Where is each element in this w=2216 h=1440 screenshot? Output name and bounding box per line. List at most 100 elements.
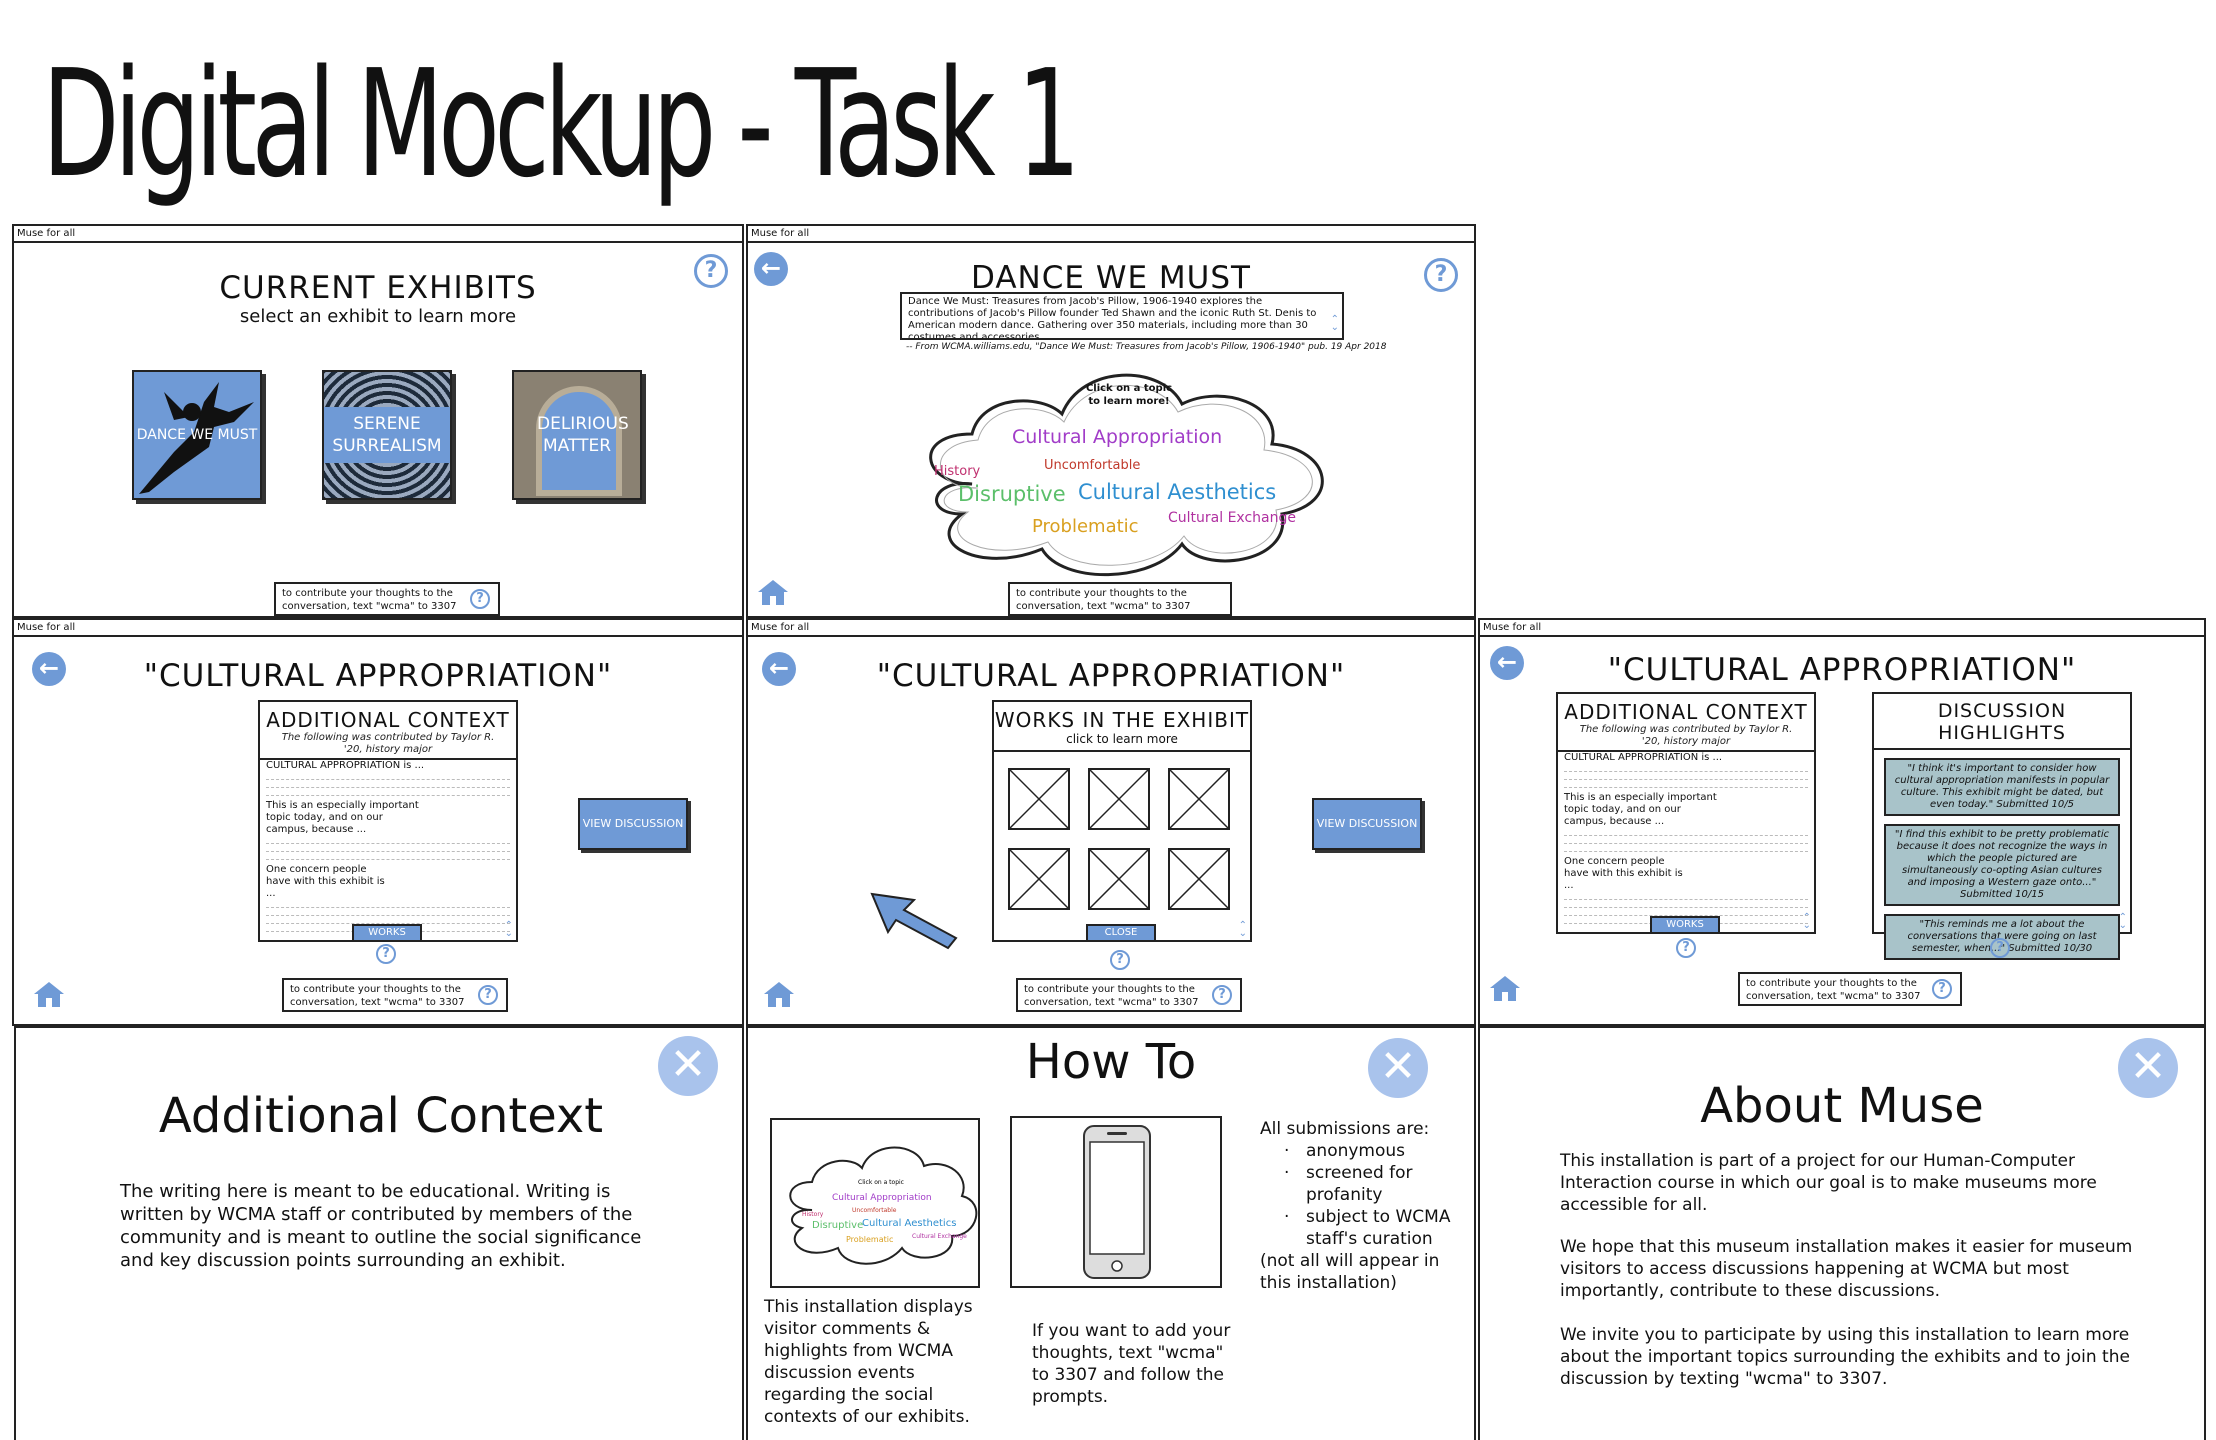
topic-uncomfortable[interactable]: Uncomfortable (1044, 458, 1140, 473)
panel-additional-context-info: ✕ Additional Context The writing here is… (14, 1026, 744, 1440)
scroll-arrows-icon[interactable]: ⌃ ⌄ (1331, 315, 1339, 333)
artwork-thumbnail[interactable] (1008, 848, 1070, 910)
about-paragraph: We hope that this museum installation ma… (1560, 1237, 2133, 1301)
help-icon[interactable]: ? (1676, 938, 1696, 958)
cultural-title: "CULTURAL APPROPRIATION" (143, 658, 613, 694)
works-card-subtitle: click to learn more (1066, 732, 1178, 746)
topic-history[interactable]: History (934, 464, 980, 479)
contribute-box: to contribute your thoughts to the conve… (282, 978, 508, 1012)
artwork-thumbnail[interactable] (1088, 848, 1150, 910)
how-to-title: How To (1025, 1034, 1197, 1090)
help-icon[interactable]: ? (694, 254, 728, 288)
about-paragraph: This installation is part of a project f… (1560, 1151, 2097, 1215)
cultural-title: "CULTURAL APPROPRIATION" (876, 658, 1346, 694)
help-icon[interactable]: ? (1932, 979, 1952, 999)
additional-context-card: ADDITIONAL CONTEXT The following was con… (1556, 692, 1816, 934)
artwork-thumbnail[interactable] (1088, 768, 1150, 830)
image-placeholder-icon (1169, 769, 1229, 829)
view-discussion-button[interactable]: VIEW DISCUSSION (1312, 798, 1422, 850)
image-placeholder-icon (1089, 849, 1149, 909)
context-card-title: ADDITIONAL CONTEXT (266, 708, 510, 732)
topic-disruptive[interactable]: Disruptive (958, 482, 1066, 506)
contribute-box: to contribute your thoughts to the conve… (1016, 978, 1242, 1012)
help-icon[interactable]: ? (1990, 938, 2010, 958)
help-icon[interactable]: ? (376, 944, 396, 964)
panel-how-to: ✕ How To Click on a topic Cultural Appro… (746, 1026, 1476, 1440)
thumb-topic: Problematic (846, 1235, 893, 1244)
contribute-box: to contribute your thoughts to the conve… (1008, 582, 1232, 616)
window-titlebar: Muse for all (14, 226, 742, 243)
window-titlebar: Muse for all (1480, 620, 2204, 637)
topic-cultural-appropriation[interactable]: Cultural Appropriation (1012, 426, 1222, 448)
panel-cultural-works: Muse for all ← "CULTURAL APPROPRIATION" … (746, 618, 1476, 1026)
help-icon[interactable]: ? (478, 985, 498, 1005)
close-works-button[interactable]: CLOSE (1086, 924, 1156, 942)
discussion-highlight[interactable]: "I find this exhibit to be pretty proble… (1884, 824, 2120, 906)
submission-rule: · subject to WCMA staff's curation (1284, 1207, 1451, 1249)
help-icon[interactable]: ? (1110, 950, 1130, 970)
submissions-footnote: (not all will appear in this installatio… (1260, 1251, 1440, 1293)
about-title: About Muse (1700, 1078, 1984, 1134)
panel-cultural-context: Muse for all ← "CULTURAL APPROPRIATION" … (12, 618, 744, 1026)
cloud-prompt: Click on a topic to learn more! (1085, 383, 1173, 407)
submissions-heading: All submissions are: (1260, 1119, 1430, 1139)
context-line-2: This is an especially important topic to… (1564, 792, 1717, 827)
contribute-text: to contribute your thoughts to the conve… (1746, 978, 1921, 1002)
view-discussion-button[interactable]: VIEW DISCUSSION (578, 798, 688, 850)
tile-label: SERENE SURREALISM (324, 407, 450, 463)
smartphone-icon (1083, 1125, 1151, 1279)
thumb-topic: History (802, 1211, 824, 1218)
home-icon[interactable] (756, 578, 790, 606)
artwork-thumbnail[interactable] (1008, 768, 1070, 830)
window-titlebar: Muse for all (748, 620, 1474, 637)
additional-context-card: ADDITIONAL CONTEXT The following was con… (258, 700, 518, 942)
tile-label: DANCE WE MUST (136, 427, 258, 443)
cloud-prompt-text: Click on a topic (858, 1179, 904, 1186)
topic-cultural-aesthetics[interactable]: Cultural Aesthetics (1078, 480, 1276, 504)
image-placeholder-icon (1009, 849, 1069, 909)
context-contributor: The following was contributed by Taylor … (1579, 724, 1793, 747)
home-icon[interactable] (762, 980, 796, 1008)
scroll-arrows-icon[interactable]: ⌃ ⌄ (1803, 913, 1811, 931)
submission-rule: · screened for profanity (1284, 1163, 1413, 1205)
how-to-cloud-thumbnail: Click on a topic Cultural Appropriation … (770, 1118, 980, 1288)
tile-dance-we-must[interactable]: DANCE WE MUST (132, 370, 262, 500)
pointer-arrow-icon (870, 892, 958, 950)
home-icon[interactable] (1488, 974, 1522, 1002)
works-button[interactable]: WORKS (1650, 916, 1720, 934)
contribute-box: to contribute your thoughts to the conve… (274, 582, 500, 616)
dance-description-box[interactable]: Dance We Must: Treasures from Jacob's Pi… (900, 292, 1344, 340)
context-line-1: CULTURAL APPROPRIATION is ... (1564, 752, 1723, 763)
scroll-arrows-icon[interactable]: ⌃ ⌄ (1239, 921, 1247, 939)
contribute-text: to contribute your thoughts to the conve… (290, 984, 465, 1008)
scroll-arrows-icon[interactable]: ⌃ ⌄ (2119, 913, 2127, 931)
close-icon[interactable]: ✕ (658, 1036, 718, 1096)
context-line-2: This is an especially important topic to… (266, 800, 419, 835)
artwork-thumbnail[interactable] (1168, 848, 1230, 910)
exhibits-title: CURRENT EXHIBITS (219, 270, 537, 306)
panel-dance-we-must: Muse for all ← ? DANCE WE MUST Dance We … (746, 224, 1476, 618)
panel-about-muse: ✕ About Muse This installation is part o… (1478, 1026, 2206, 1440)
exhibits-subtitle: select an exhibit to learn more (239, 306, 517, 327)
context-line-1: CULTURAL APPROPRIATION is ... (266, 760, 425, 771)
artwork-thumbnail[interactable] (1168, 768, 1230, 830)
topic-cultural-exchange[interactable]: Cultural Exchange (1168, 510, 1296, 526)
dance-description: Dance We Must: Treasures from Jacob's Pi… (908, 296, 1317, 340)
topic-problematic[interactable]: Problematic (1032, 516, 1139, 537)
works-button[interactable]: WORKS (352, 924, 422, 942)
window-titlebar: Muse for all (14, 620, 742, 637)
cultural-title: "CULTURAL APPROPRIATION" (1607, 652, 2077, 688)
scroll-arrows-icon[interactable]: ⌃ ⌄ (505, 921, 513, 939)
phone-thumbnail (1010, 1116, 1222, 1288)
dance-title: DANCE WE MUST (971, 260, 1251, 296)
home-icon[interactable] (32, 980, 66, 1008)
discussion-highlight[interactable]: "I think it's important to consider how … (1884, 758, 2120, 816)
help-icon[interactable]: ? (1212, 985, 1232, 1005)
how-to-col1: This installation displays visitor comme… (764, 1297, 973, 1427)
discussion-highlights-card: DISCUSSION HIGHLIGHTS "I think it's impo… (1872, 692, 2132, 960)
about-paragraph: We invite you to participate by using th… (1560, 1325, 2130, 1389)
help-icon[interactable]: ? (470, 589, 490, 609)
discussion-card-title: DISCUSSION HIGHLIGHTS (1937, 700, 2067, 744)
tile-delirious-matter[interactable]: DELIRIOUS MATTER (512, 370, 642, 500)
tile-serene-surrealism[interactable]: SERENE SURREALISM (322, 370, 452, 500)
